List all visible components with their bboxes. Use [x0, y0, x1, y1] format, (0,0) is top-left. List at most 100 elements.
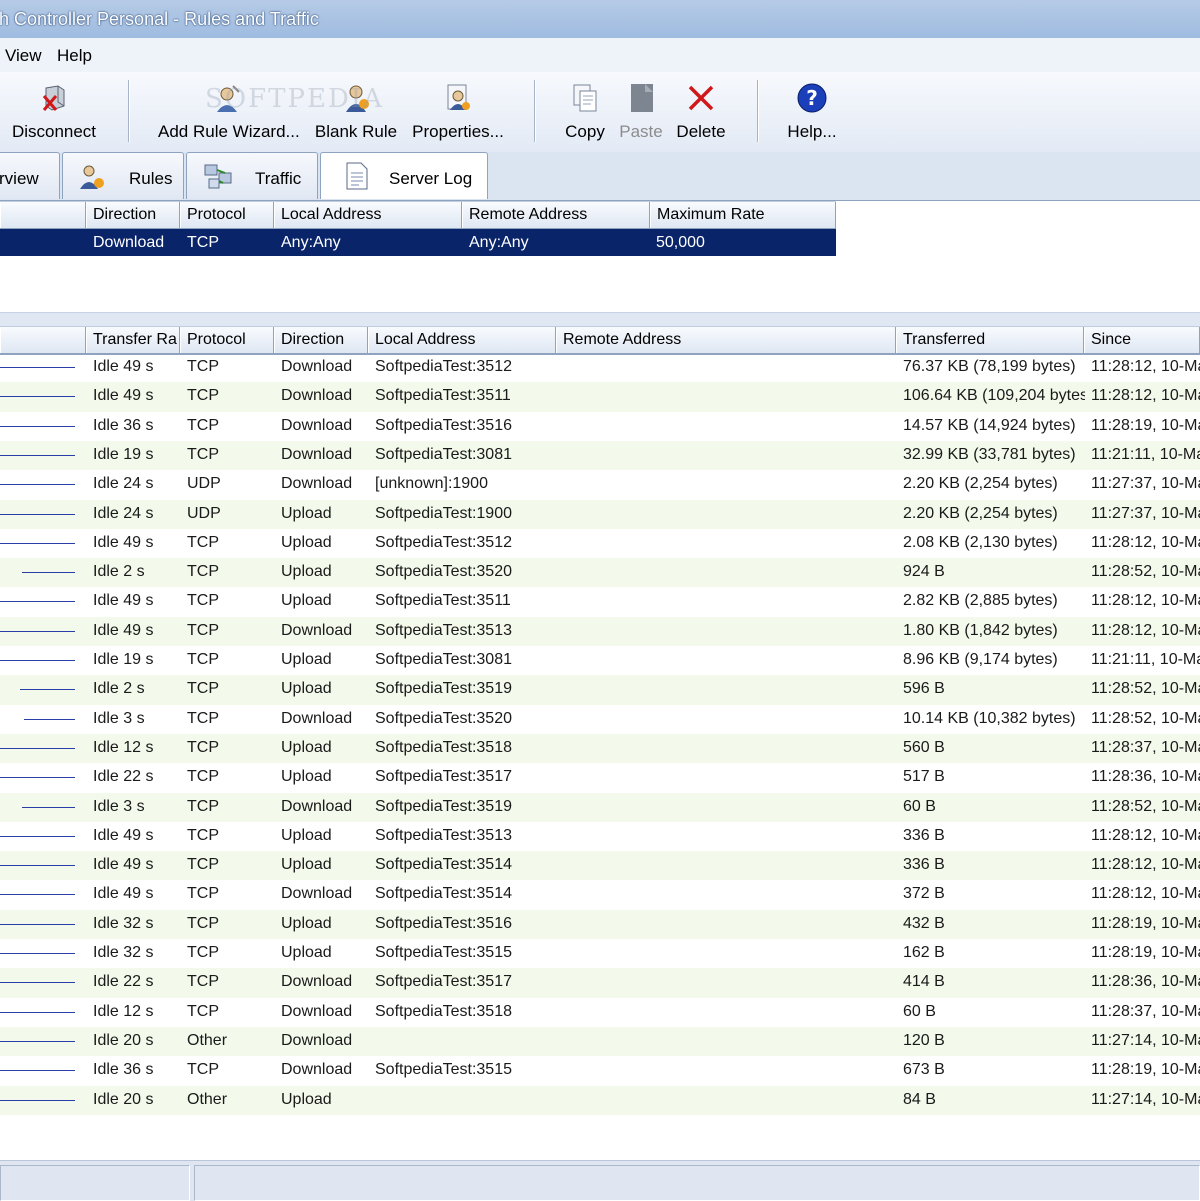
row-protocol: TCP: [187, 885, 219, 903]
copy-button[interactable]: Copy: [556, 72, 614, 150]
row-protocol: TCP: [187, 1061, 219, 1079]
column-header-local-address[interactable]: Local Address: [274, 202, 462, 228]
row-direction: Download: [281, 709, 353, 727]
table-row[interactable]: Idle 12 s TCP Download SoftpediaTest:3518 60…: [0, 998, 1200, 1027]
table-row[interactable]: Idle 24 s UDP Upload SoftpediaTest:1900 2.20…: [0, 499, 1200, 529]
transfer-rate-graph: [0, 865, 75, 867]
title-bar[interactable]: th Controller Personal - Rules and Traff…: [0, 0, 1200, 39]
table-row[interactable]: Idle 12 s TCP Upload SoftpediaTest:3518 560 …: [0, 733, 1200, 764]
row-protocol: TCP: [187, 1002, 219, 1020]
row-since: 11:28:12, 10-Ma: [1091, 826, 1200, 844]
row-direction: Upload: [281, 856, 332, 874]
tab-overview[interactable]: rview: [0, 152, 60, 199]
row-transferred: 432 B: [903, 914, 945, 932]
table-row[interactable]: Idle 49 s TCP Download SoftpediaTest:3514 37…: [0, 880, 1200, 909]
column-header-direction[interactable]: Direction: [274, 327, 368, 353]
column-header-since[interactable]: Since: [1084, 327, 1200, 353]
table-row[interactable]: Idle 19 s TCP Download SoftpediaTest:3081 32…: [0, 440, 1200, 471]
table-row[interactable]: Idle 49 s TCP Upload SoftpediaTest:3514 336 …: [0, 851, 1200, 881]
menu-bar: View Help: [0, 38, 1200, 72]
row-local-address: SoftpediaTest:3512: [375, 533, 512, 551]
delete-button[interactable]: Delete: [670, 72, 732, 150]
row-local-address: SoftpediaTest:3511: [375, 592, 511, 610]
tab-server-log[interactable]: Server Log: [320, 152, 488, 199]
row-transferred: 162 B: [903, 944, 945, 961]
table-row[interactable]: Idle 20 s Other Download 120 B 11:27:14, 10-…: [0, 1026, 1200, 1057]
row-local-address: SoftpediaTest:3515: [375, 944, 512, 961]
row-transferred: 2.82 KB (2,885 bytes): [903, 592, 1058, 610]
column-header-transferred[interactable]: Transferred: [896, 327, 1084, 353]
menu-view[interactable]: View: [5, 46, 42, 66]
row-transfer-rate: Idle 49 s: [93, 621, 154, 639]
rule-row-selected[interactable]: Download TCP Any:Any Any:Any 50,000: [0, 229, 836, 256]
table-row[interactable]: Idle 49 s TCP Upload SoftpediaTest:3512 2.08…: [0, 529, 1200, 558]
paste-icon: [631, 84, 653, 112]
row-protocol: TCP: [187, 651, 219, 668]
transfer-rate-graph: [0, 923, 75, 925]
blank-rule-button[interactable]: Blank Rule: [308, 72, 404, 150]
table-row[interactable]: Idle 3 s TCP Download SoftpediaTest:3519 60 …: [0, 792, 1200, 822]
rule-protocol: TCP: [187, 234, 219, 251]
tab-traffic-label: Traffic: [255, 169, 302, 188]
column-header-maximum-rate[interactable]: Maximum Rate: [650, 202, 836, 228]
column-header-remote-address[interactable]: Remote Address: [462, 202, 650, 228]
properties-button[interactable]: Properties...: [408, 72, 508, 150]
table-row[interactable]: Idle 22 s TCP Upload SoftpediaTest:3517 517 …: [0, 763, 1200, 792]
help-button[interactable]: ? Help...: [778, 72, 846, 150]
row-protocol: TCP: [187, 563, 219, 581]
row-protocol: TCP: [187, 973, 219, 991]
row-transfer-rate: Idle 49 s: [93, 358, 154, 375]
column-header-local-address[interactable]: Local Address: [368, 327, 556, 353]
toolbar: Disconnect Add Rule Wizard... Blank Rule…: [0, 72, 1200, 153]
table-row[interactable]: Idle 2 s TCP Upload SoftpediaTest:3520 924 B…: [0, 558, 1200, 588]
column-header-protocol[interactable]: Protocol: [180, 327, 274, 353]
table-row[interactable]: Idle 32 s TCP Upload SoftpediaTest:3516 432 …: [0, 909, 1200, 939]
row-protocol: Other: [187, 1090, 228, 1108]
disconnect-button[interactable]: Disconnect: [4, 72, 104, 150]
column-header-blank[interactable]: [0, 202, 86, 228]
table-row[interactable]: Idle 49 s TCP Upload SoftpediaTest:3513 336 …: [0, 822, 1200, 851]
transfer-rate-graph: [20, 689, 75, 691]
row-direction: Upload: [281, 944, 332, 961]
table-row[interactable]: Idle 19 s TCP Upload SoftpediaTest:3081 8.96…: [0, 646, 1200, 675]
table-row[interactable]: Idle 3 s TCP Download SoftpediaTest:3520 10.…: [0, 705, 1200, 734]
row-transfer-rate: Idle 12 s: [93, 738, 154, 756]
table-row[interactable]: Idle 49 s TCP Download SoftpediaTest:3511 10…: [0, 382, 1200, 412]
table-row[interactable]: Idle 49 s TCP Download SoftpediaTest:3512 76…: [0, 353, 1200, 382]
table-row[interactable]: Idle 22 s TCP Download SoftpediaTest:3517 41…: [0, 968, 1200, 998]
row-since: 11:28:19, 10-Ma: [1091, 944, 1200, 961]
splitter[interactable]: [0, 312, 1200, 327]
row-since: 11:28:36, 10-Ma: [1091, 973, 1200, 991]
table-row[interactable]: Idle 36 s TCP Download SoftpediaTest:3516 14…: [0, 412, 1200, 441]
tab-traffic[interactable]: Traffic: [186, 152, 318, 199]
column-header-remote-address[interactable]: Remote Address: [556, 327, 896, 353]
paste-button[interactable]: Paste: [614, 72, 668, 150]
transfer-rate-graph: [0, 1099, 75, 1101]
row-local-address: SoftpediaTest:3516: [375, 914, 512, 932]
row-local-address: SoftpediaTest:3518: [375, 1002, 512, 1020]
row-transfer-rate: Idle 22 s: [93, 973, 154, 991]
row-transfer-rate: Idle 19 s: [93, 651, 154, 668]
blank-rule-label: Blank Rule: [314, 122, 398, 141]
table-row[interactable]: Idle 36 s TCP Download SoftpediaTest:3515 67…: [0, 1056, 1200, 1085]
column-header-transfer-rate[interactable]: Transfer Ra: [86, 327, 180, 353]
row-transferred: 2.20 KB (2,254 bytes): [903, 475, 1058, 493]
row-direction: Download: [281, 416, 353, 434]
table-row[interactable]: Idle 49 s TCP Download SoftpediaTest:3513 1.…: [0, 616, 1200, 646]
traffic-list[interactable]: Idle 49 s TCP Download SoftpediaTest:3512 76…: [0, 353, 1200, 1133]
row-since: 11:28:37, 10-Ma: [1091, 1002, 1200, 1020]
table-row[interactable]: Idle 32 s TCP Upload SoftpediaTest:3515 162 …: [0, 939, 1200, 968]
column-header-direction[interactable]: Direction: [86, 202, 180, 228]
table-row[interactable]: Idle 24 s UDP Download [unknown]:1900 2.20 K…: [0, 470, 1200, 499]
transfer-rate-graph: [22, 806, 75, 808]
table-row[interactable]: Idle 49 s TCP Upload SoftpediaTest:3511 2.82…: [0, 587, 1200, 616]
add-rule-wizard-button[interactable]: Add Rule Wizard...: [156, 72, 302, 150]
table-row[interactable]: Idle 20 s Other Upload 84 B 11:27:14, 10-Ma: [0, 1085, 1200, 1115]
column-header-protocol[interactable]: Protocol: [180, 202, 274, 228]
column-header-graph[interactable]: [0, 327, 86, 353]
table-row[interactable]: Idle 2 s TCP Upload SoftpediaTest:3519 596 B…: [0, 675, 1200, 705]
menu-help[interactable]: Help: [57, 46, 92, 66]
tab-rules[interactable]: Rules: [62, 152, 184, 199]
toolbar-separator: [128, 80, 130, 142]
row-direction: Upload: [281, 914, 332, 932]
